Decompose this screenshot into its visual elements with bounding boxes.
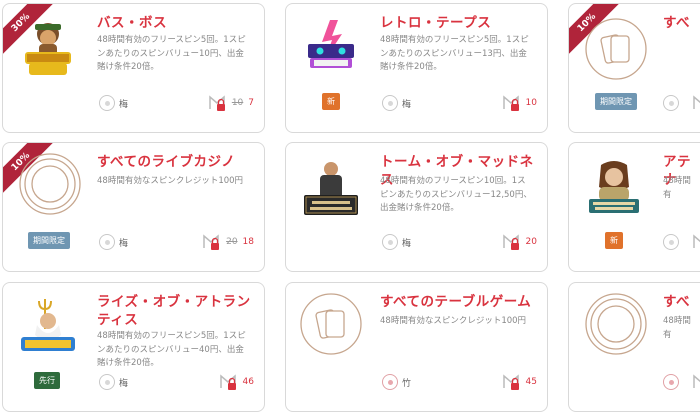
card-description: 48時間有効のフリースピン5回。1スピンあたりのスピンバリュー13円、出金賭け条… <box>380 35 529 72</box>
tier-badge: 竹 <box>382 373 411 391</box>
card-title: すべてのライブカジノ <box>97 154 236 170</box>
plum-tier-icon <box>99 95 115 111</box>
card-title: レトロ・テープス <box>380 15 492 31</box>
tier-label: 梅 <box>402 238 412 249</box>
tier-badge <box>663 373 679 391</box>
current-price: 7 <box>248 98 254 108</box>
shop-card-tome-of-madness[interactable]: トーム・オブ・マッドネス 48時間有効のフリースピン10回。1スピンあたりのスピ… <box>285 142 548 272</box>
roulette-icon <box>17 151 83 217</box>
tome-of-madness-game-icon <box>298 155 364 221</box>
cards-icon <box>298 291 364 357</box>
card-description: 48時間有 <box>663 176 691 200</box>
price: 10 7 <box>207 93 254 113</box>
shop-card-table-games[interactable]: すべてのテーブルゲーム 48時間有効なスピンクレジット100円 竹 45 <box>285 282 548 412</box>
current-price: 10 <box>525 98 537 108</box>
tier-label: 竹 <box>402 378 412 389</box>
plum-tier-icon <box>99 234 115 250</box>
coin-lock-icon <box>502 95 519 111</box>
price: 20 <box>501 232 537 252</box>
shop-card-all-partial[interactable]: 10% すべ 期間限定 <box>568 3 700 133</box>
card-description: 48時間有効なスピンクレジット100円 <box>380 316 527 326</box>
bamboo-tier-icon <box>382 374 398 390</box>
current-price: 45 <box>525 377 537 387</box>
card-description: 48時間有効のフリースピン5回。1スピンあたりのスピンバリュー40円、出金賭け条… <box>97 331 246 368</box>
price <box>691 232 700 252</box>
tier-label: 梅 <box>119 99 129 110</box>
card-title: バス・ボス <box>97 15 167 31</box>
plum-tier-icon <box>382 95 398 111</box>
original-price: 10 <box>231 98 244 108</box>
plum-tier-icon <box>382 234 398 250</box>
tier-badge <box>663 94 679 112</box>
limited-badge: 期間限定 <box>28 232 70 249</box>
current-price: 20 <box>525 237 537 247</box>
tier-badge: 梅 <box>382 233 411 251</box>
new-badge: 新 <box>322 93 340 110</box>
limited-badge: 期間限定 <box>595 93 637 110</box>
card-description: 48時間有 <box>663 316 691 340</box>
rise-of-atlantis-game-icon <box>15 295 81 361</box>
plum-tier-icon <box>663 95 679 111</box>
card-description: 48時間有効のフリースピン5回。1スピンあたりのスピンバリュー10円、出金賭け条… <box>97 35 246 72</box>
current-price: 46 <box>242 377 254 387</box>
card-description: 48時間有効のフリースピン10回。1スピンあたりのスピンバリュー12,50円、出… <box>380 176 532 213</box>
tier-badge: 梅 <box>99 373 128 391</box>
price: 46 <box>218 372 254 392</box>
card-title: すべてのテーブルゲーム <box>380 294 532 310</box>
tier-badge: 梅 <box>382 94 411 112</box>
coin-lock-icon <box>219 374 236 390</box>
shop-card-athena-partial[interactable]: アテナ 48時間有 新 <box>568 142 700 272</box>
tier-label: 梅 <box>402 99 412 110</box>
early-access-badge: 先行 <box>34 372 60 389</box>
tier-badge: 梅 <box>99 233 128 251</box>
card-title: ライズ・オブ・アトランティス <box>97 294 251 328</box>
price: 10 <box>501 93 537 113</box>
plum-tier-icon <box>99 374 115 390</box>
tier-badge: 梅 <box>99 94 128 112</box>
tier-badge <box>663 233 679 251</box>
coin-lock-icon <box>693 234 700 248</box>
price: 20 18 <box>201 232 254 252</box>
shop-card-rise-of-atlantis[interactable]: ライズ・オブ・アトランティス 48時間有効のフリースピン5回。1スピンあたりのス… <box>2 282 265 412</box>
coin-lock-icon <box>502 234 519 250</box>
original-price: 20 <box>226 237 238 247</box>
athena-game-icon <box>581 155 647 221</box>
coin-lock-icon <box>693 95 700 109</box>
plum-tier-icon <box>663 234 679 250</box>
shop-card-all-partial-2[interactable]: すべ 48時間有 <box>568 282 700 412</box>
tier-label: 梅 <box>119 238 129 249</box>
coin-lock-icon <box>693 374 700 388</box>
price <box>691 372 700 392</box>
card-description: 48時間有効なスピンクレジット100円 <box>97 176 244 186</box>
shop-card-bass-boss[interactable]: 30% バス・ボス 48時間有効のフリースピン5回。1スピンあたりのスピンバリュ… <box>2 3 265 133</box>
retro-tapes-game-icon <box>298 16 364 82</box>
price <box>691 93 700 113</box>
card-title: すべ <box>663 15 691 31</box>
roulette-icon <box>583 291 649 357</box>
bass-boss-game-icon <box>15 16 81 82</box>
shop-card-live-casino[interactable]: 10% すべてのライブカジノ 48時間有効なスピンクレジット100円 期間限定 … <box>2 142 265 272</box>
current-price: 18 <box>242 237 254 247</box>
cards-icon <box>583 16 649 82</box>
bamboo-tier-icon <box>663 374 679 390</box>
shop-card-retro-tapes[interactable]: レトロ・テープス 48時間有効のフリースピン5回。1スピンあたりのスピンバリュー… <box>285 3 548 133</box>
coin-lock-icon <box>502 374 519 390</box>
tier-label: 梅 <box>119 378 129 389</box>
price: 45 <box>501 372 537 392</box>
coin-lock-icon <box>209 95 225 111</box>
coin-lock-icon <box>203 234 220 250</box>
card-title: すべ <box>663 294 691 310</box>
new-badge: 新 <box>605 232 623 249</box>
